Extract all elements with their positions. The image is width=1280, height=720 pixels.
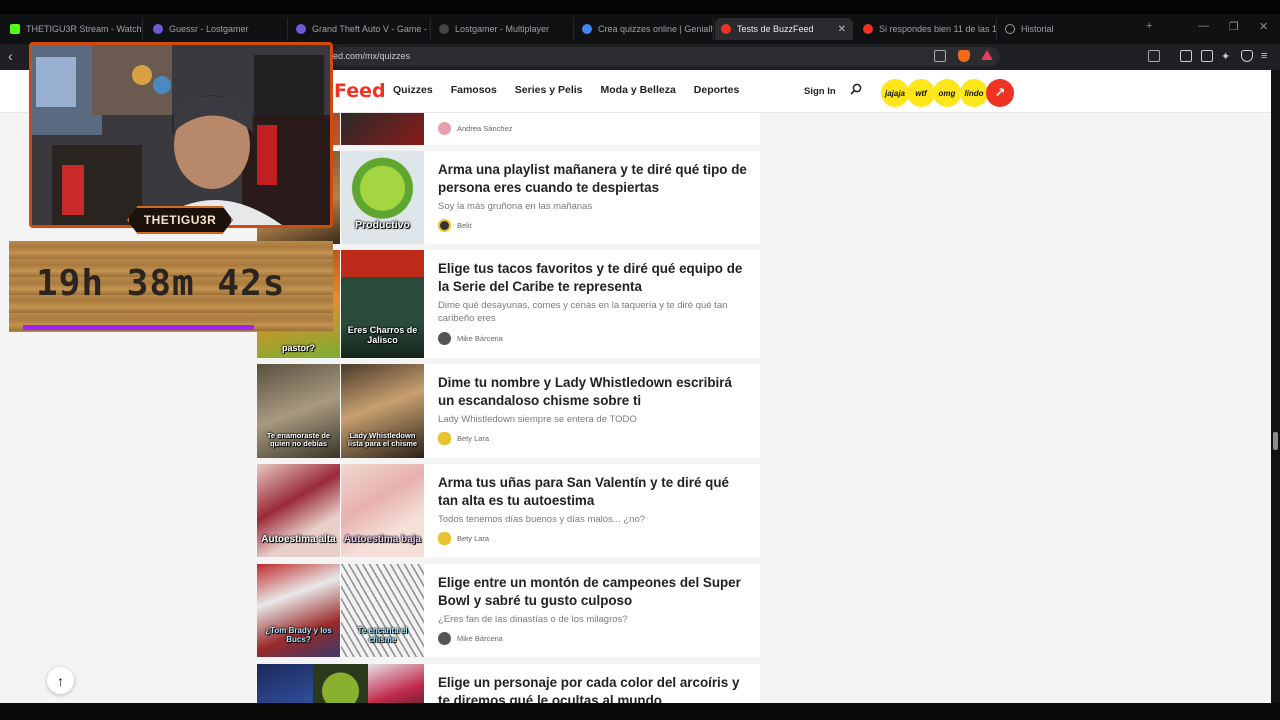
nav-quizzes[interactable]: Quizzes xyxy=(393,84,433,96)
nav-famosos[interactable]: Famosos xyxy=(451,84,497,96)
lostgamer-icon xyxy=(153,24,163,34)
quiz-thumbnail xyxy=(257,664,313,703)
menu-icon[interactable]: ≡ xyxy=(1261,50,1273,62)
browser-tab[interactable]: Grand Theft Auto V - Game - G xyxy=(290,18,431,40)
search-icon[interactable] xyxy=(850,83,862,95)
author-avatar xyxy=(438,532,451,545)
quiz-description: Todos tenemos días buenos y días malos..… xyxy=(438,514,646,525)
lostgamer-icon xyxy=(439,24,449,34)
url-text[interactable]: ed.com/mx/quizzes xyxy=(333,51,410,61)
nav-deportes[interactable]: Deportes xyxy=(694,84,740,96)
quiz-thumbnail: Productivo xyxy=(341,151,424,244)
brave-shield-icon[interactable] xyxy=(958,50,970,62)
quiz-description: Lady Whistledown siempre se entera de TO… xyxy=(438,414,637,425)
quiz-title[interactable]: Arma una playlist mañanera y te diré qué… xyxy=(438,161,750,196)
scroll-to-top-button[interactable]: ↑ xyxy=(47,667,74,694)
genially-icon xyxy=(582,24,592,34)
scrollbar-thumb[interactable] xyxy=(1273,432,1278,450)
badge-jajaja[interactable]: jajaja xyxy=(881,79,909,107)
streamer-nameplate: THETIGU3R xyxy=(127,206,233,234)
quiz-thumbnail: Eres Charros de Jalisco xyxy=(341,250,424,358)
author-avatar xyxy=(438,332,451,345)
stream-timer: 19h 38m 42s xyxy=(36,263,286,304)
lostgamer-icon xyxy=(296,24,306,34)
quiz-thumbnail: ¿Tom Brady y los Bucs? xyxy=(257,564,340,657)
author: Bety Lara xyxy=(438,532,489,545)
browser-tab-active[interactable]: Tests de BuzzFeed ✕ xyxy=(715,18,853,40)
quiz-title[interactable]: Dime tu nombre y Lady Whistledown escrib… xyxy=(438,374,750,409)
share-icon[interactable] xyxy=(934,50,946,62)
bottom-strip xyxy=(0,703,1280,720)
top-strip xyxy=(0,0,1280,14)
wallet-icon[interactable] xyxy=(1201,50,1213,62)
author-avatar xyxy=(438,122,451,135)
quiz-card[interactable]: Elige un personaje por cada color del ar… xyxy=(257,664,760,703)
buzzfeed-icon xyxy=(721,24,731,34)
buzzfeed-logo[interactable]: Feed xyxy=(334,80,386,102)
browser-tab[interactable]: THETIGU3R Stream - Watch Li xyxy=(4,18,143,40)
quiz-thumbnail xyxy=(368,664,425,703)
timer-progress-bar xyxy=(23,325,254,330)
main-nav: Quizzes Famosos Series y Pelis Moda y Be… xyxy=(393,84,739,96)
badge-omg[interactable]: omg xyxy=(933,79,961,107)
sidebar-icon[interactable] xyxy=(1180,50,1192,62)
vpn-icon[interactable] xyxy=(1241,50,1253,62)
maximize-icon[interactable]: ❐ xyxy=(1229,20,1239,33)
quiz-thumbnail: Te encanta el chisme xyxy=(341,564,424,657)
reader-mode-icon[interactable] xyxy=(1148,50,1160,62)
author: Belit xyxy=(438,219,472,232)
quiz-title[interactable]: Elige entre un montón de campeones del S… xyxy=(438,574,750,609)
quiz-description: Soy la más gruñona en las mañanas xyxy=(438,201,593,212)
browser-tab[interactable]: Si respondes bien 11 de las 13 xyxy=(857,18,997,40)
author: Andrea Sánchez xyxy=(438,122,512,135)
webcam-feed xyxy=(32,45,330,225)
kick-icon xyxy=(10,24,20,34)
minimize-icon[interactable]: — xyxy=(1198,20,1209,32)
quiz-thumbnail: Autoestima baja xyxy=(341,464,424,557)
quiz-title[interactable]: Arma tus uñas para San Valentín y te dir… xyxy=(438,474,750,509)
quiz-thumbnail: Autoestima alta xyxy=(257,464,340,557)
badge-lindo[interactable]: lindo xyxy=(960,79,988,107)
author: Mike Bárcena xyxy=(438,632,503,645)
back-icon[interactable]: ‹ xyxy=(8,48,13,64)
author-avatar xyxy=(438,432,451,445)
webcam-overlay xyxy=(29,42,333,228)
author-avatar xyxy=(438,632,451,645)
author: Mike Bárcena xyxy=(438,332,503,345)
quiz-thumbnail: Te enamoraste de quien no debías xyxy=(257,364,340,458)
author-avatar xyxy=(438,219,451,232)
quiz-title[interactable]: Elige un personaje por cada color del ar… xyxy=(438,674,750,703)
quiz-card[interactable]: ¿Tom Brady y los Bucs? Te encanta el chi… xyxy=(257,564,760,657)
nav-moda-y-belleza[interactable]: Moda y Belleza xyxy=(601,84,676,96)
author: Bety Lara xyxy=(438,432,489,445)
quiz-thumbnail xyxy=(312,664,369,703)
quiz-card[interactable]: Te enamoraste de quien no debías Lady Wh… xyxy=(257,364,760,458)
nav-series-y-pelis[interactable]: Series y Pelis xyxy=(515,84,583,96)
close-window-icon[interactable]: ✕ xyxy=(1259,20,1268,33)
rewards-icon[interactable] xyxy=(981,50,993,60)
browser-tab[interactable]: Historial xyxy=(999,18,1139,40)
trending-icon[interactable]: ↗ xyxy=(986,79,1014,107)
buzzfeed-icon xyxy=(863,24,873,34)
new-tab-icon[interactable]: + xyxy=(1146,20,1152,32)
scrollbar[interactable] xyxy=(1271,70,1280,703)
quiz-description: ¿Eres fan de las dinastías o de los mila… xyxy=(438,614,628,625)
quiz-title[interactable]: Elige tus tacos favoritos y te diré qué … xyxy=(438,260,750,295)
sign-in-link[interactable]: Sign In xyxy=(804,86,836,97)
close-tab-icon[interactable]: ✕ xyxy=(838,24,846,35)
quiz-thumbnail xyxy=(341,113,424,145)
browser-tab[interactable]: Crea quizzes online | Genially xyxy=(576,18,714,40)
quiz-thumbnail: Lady Whistledown lista para el chisme xyxy=(341,364,424,458)
quiz-card[interactable]: Autoestima alta Autoestima baja Arma tus… xyxy=(257,464,760,557)
address-bar[interactable] xyxy=(332,47,1000,66)
browser-tab[interactable]: Lostgamer - Multiplayer xyxy=(433,18,574,40)
quiz-description: Dime qué desayunas, comes y cenas en la … xyxy=(438,300,728,324)
history-icon xyxy=(1005,24,1015,34)
badge-wtf[interactable]: wtf xyxy=(907,79,935,107)
leo-ai-icon[interactable]: ✦ xyxy=(1221,50,1233,63)
browser-tab[interactable]: Guessr - Lostgamer xyxy=(147,18,288,40)
